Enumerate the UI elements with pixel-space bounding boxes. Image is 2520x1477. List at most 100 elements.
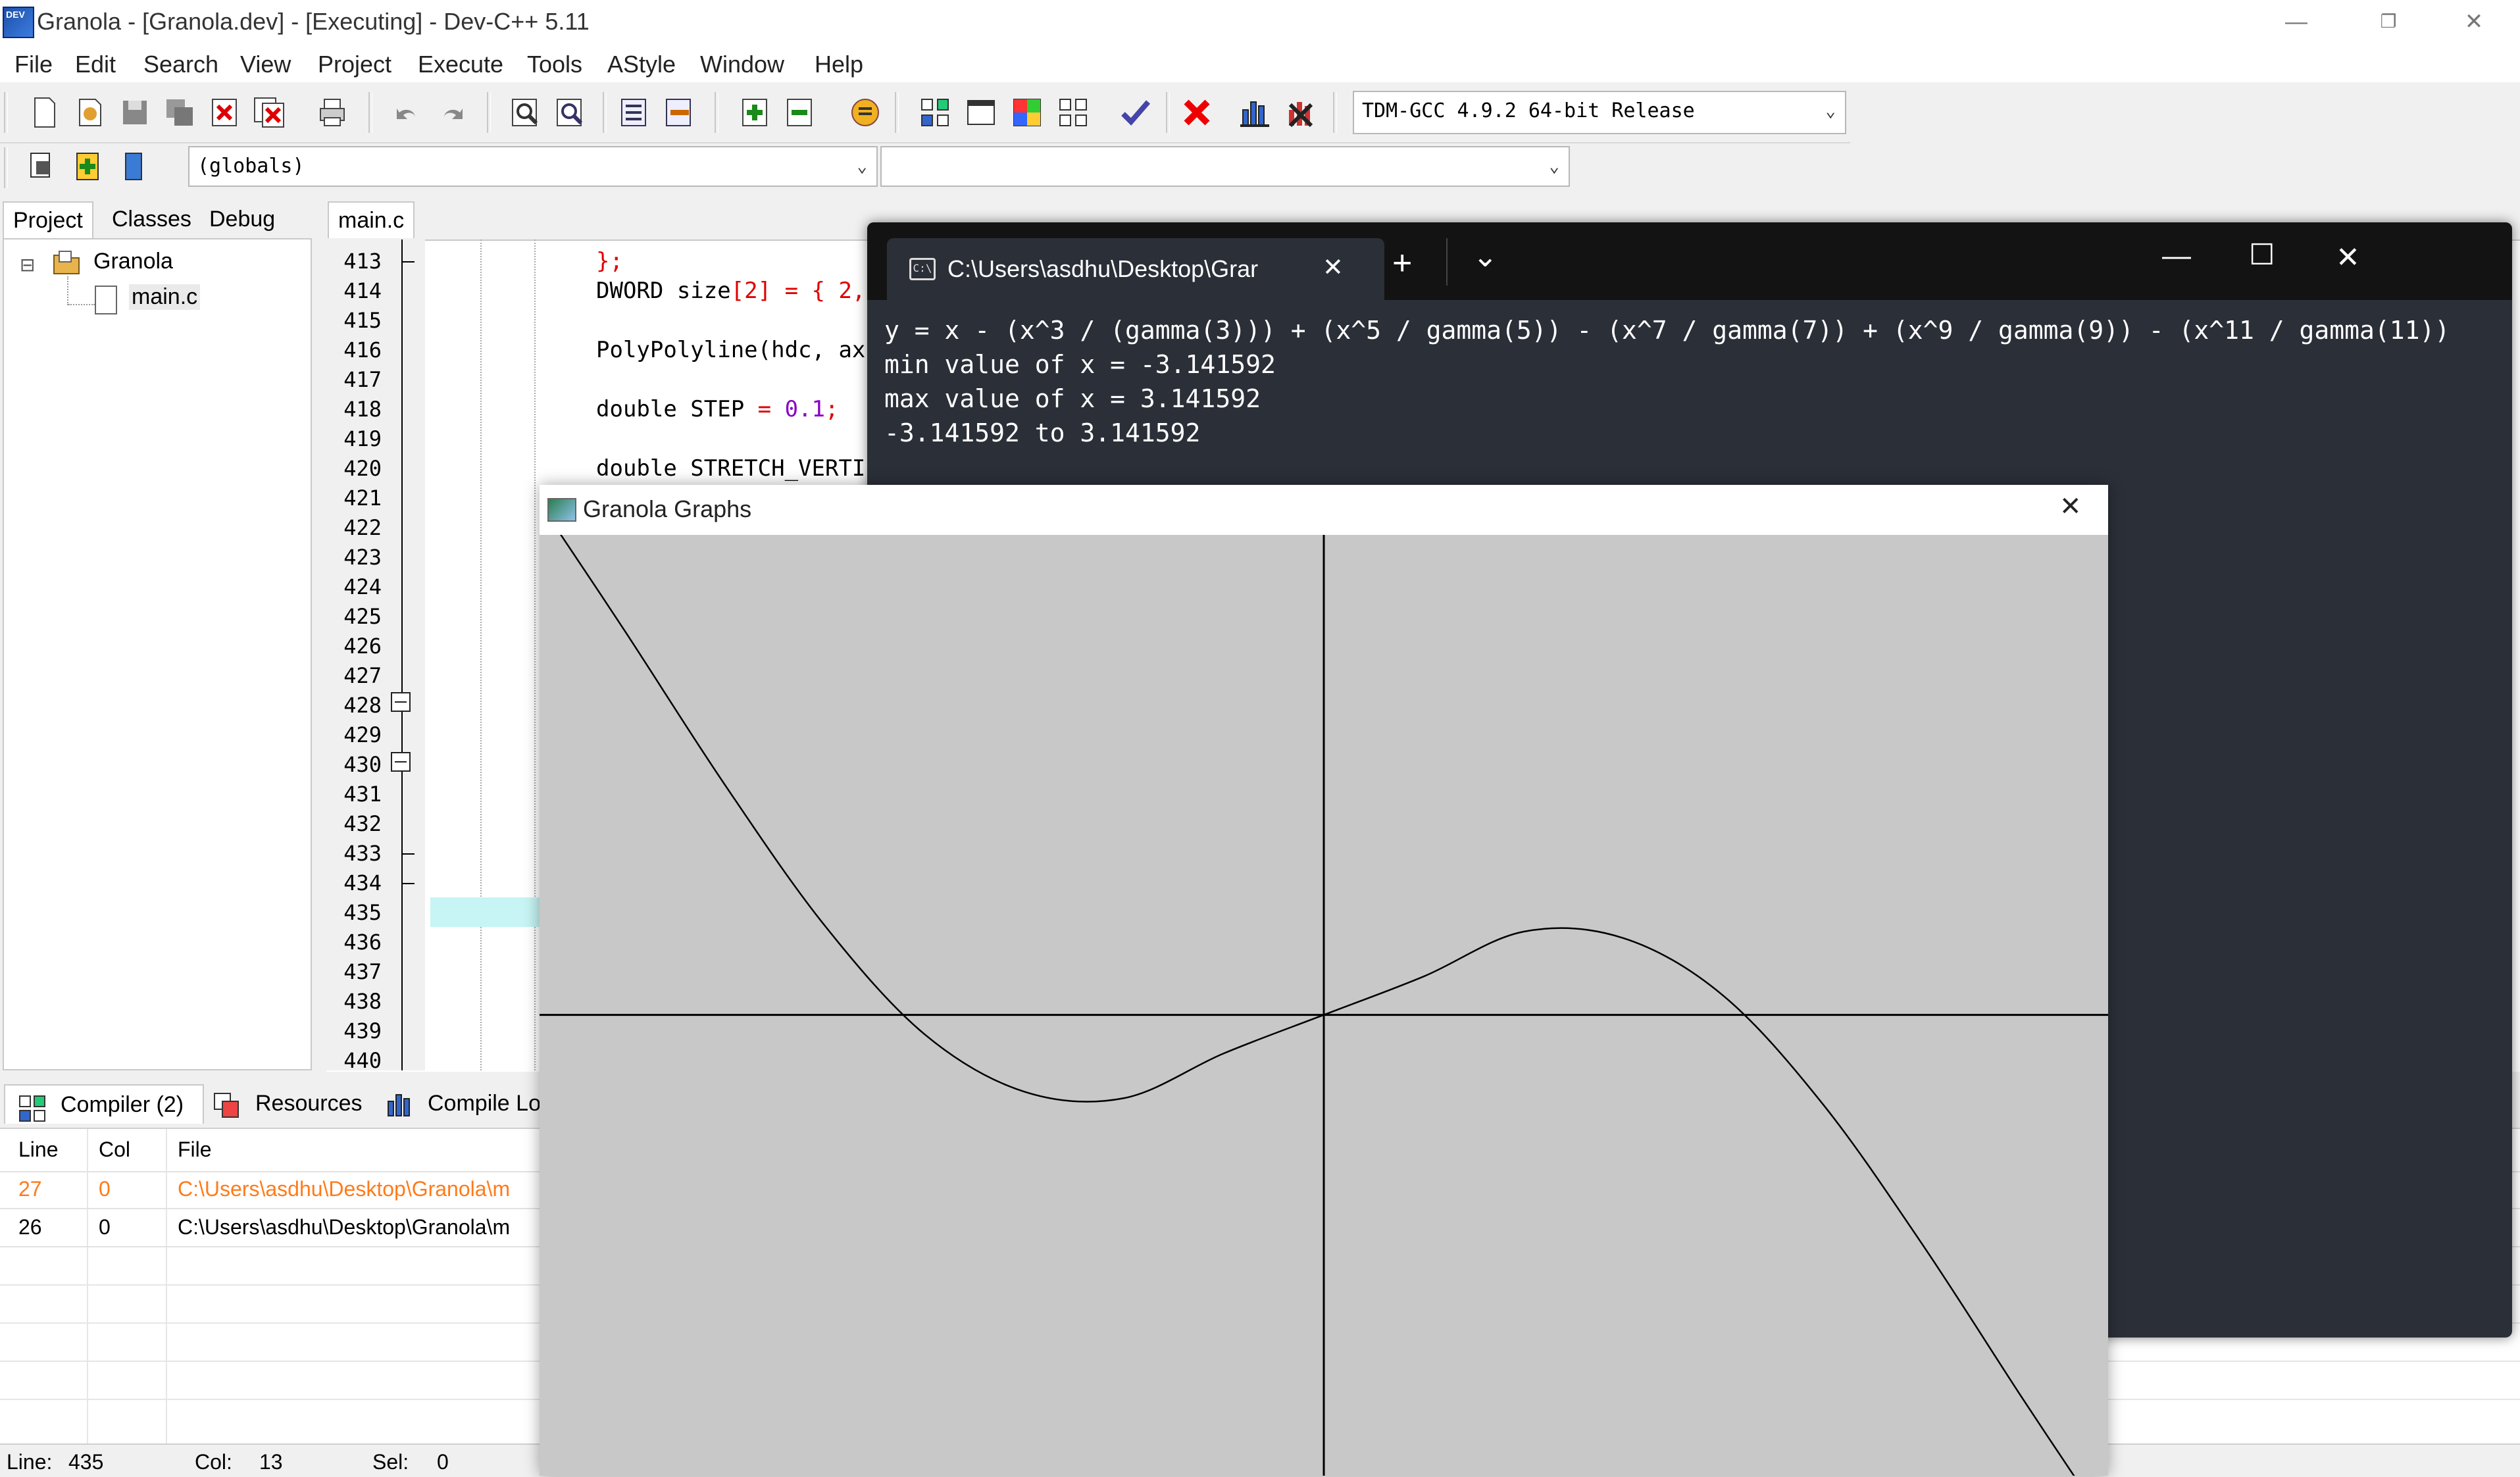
- c-file-icon: [95, 286, 117, 314]
- line-number: 417: [343, 367, 382, 392]
- column-header-line[interactable]: Line: [18, 1132, 59, 1167]
- tab-compiler[interactable]: Compiler (2): [4, 1084, 204, 1124]
- project-options-icon[interactable]: [846, 93, 884, 132]
- tab-close-icon[interactable]: ✕: [1323, 253, 1344, 282]
- save-icon[interactable]: [116, 93, 154, 132]
- project-folder-icon: [51, 247, 82, 276]
- tree-connector: [68, 304, 95, 307]
- toolbar-separator: [1166, 92, 1170, 133]
- menu-search[interactable]: Search: [143, 48, 218, 82]
- menu-view[interactable]: View: [240, 48, 291, 82]
- print-icon[interactable]: [313, 93, 351, 132]
- graph-window-app-icon: [547, 498, 576, 522]
- indent-icon[interactable]: [615, 93, 653, 132]
- goto-definition-icon[interactable]: [68, 147, 107, 186]
- remove-from-project-icon[interactable]: [780, 93, 819, 132]
- scope-select-value: (globals): [197, 155, 305, 178]
- new-file-icon[interactable]: [25, 93, 63, 132]
- line-number: 430: [343, 752, 382, 777]
- toolbar-separator: [895, 92, 899, 133]
- menu-edit[interactable]: Edit: [75, 48, 116, 82]
- close-file-icon[interactable]: [205, 93, 243, 132]
- add-to-project-icon[interactable]: [736, 93, 774, 132]
- code-token: [2]: [730, 278, 772, 304]
- new-tab-button[interactable]: +: [1392, 243, 1412, 283]
- code-line-420: double STRETCH_VERTI: [596, 455, 866, 482]
- compile-log-tab-icon: [384, 1089, 415, 1120]
- project-panel-tabs: Project Classes Debug: [0, 197, 316, 238]
- goto-declaration-icon[interactable]: [22, 147, 61, 186]
- line-number: 416: [343, 338, 382, 363]
- tree-file-label[interactable]: main.c: [129, 284, 201, 310]
- line-number: 440: [343, 1048, 382, 1073]
- terminal-close-button[interactable]: ✕: [2336, 241, 2360, 274]
- rebuild-all-icon[interactable]: [1054, 93, 1092, 132]
- code-token: =: [757, 396, 785, 422]
- line-number: 432: [343, 811, 382, 836]
- fold-minus-icon[interactable]: [391, 752, 411, 772]
- tab-classes[interactable]: Classes: [103, 201, 201, 237]
- fold-minus-icon[interactable]: [391, 692, 411, 712]
- resources-tab-icon: [212, 1089, 242, 1120]
- graph-window-close-button[interactable]: ✕: [2059, 491, 2082, 522]
- tab-dropdown-icon[interactable]: ⌄: [1473, 238, 1498, 274]
- close-button[interactable]: ✕: [2434, 5, 2513, 38]
- find-icon[interactable]: [507, 93, 545, 132]
- menu-astyle[interactable]: AStyle: [607, 48, 676, 82]
- menu-tools[interactable]: Tools: [527, 48, 582, 82]
- tab-main-c[interactable]: main.c: [328, 201, 415, 238]
- tab-debug[interactable]: Debug: [200, 201, 284, 237]
- unindent-icon[interactable]: [659, 93, 697, 132]
- open-file-icon[interactable]: [71, 93, 109, 132]
- undo-icon[interactable]: [388, 93, 426, 132]
- tree-expander-icon[interactable]: ⊟: [20, 254, 35, 276]
- titlebar-divider: [1446, 238, 1448, 286]
- terminal-app-icon: C:\: [909, 258, 936, 280]
- line-number: 436: [343, 930, 382, 955]
- run-icon[interactable]: [962, 93, 1000, 132]
- line-number: 420: [343, 456, 382, 481]
- menu-help[interactable]: Help: [815, 48, 863, 82]
- minimize-button[interactable]: —: [2257, 5, 2336, 38]
- replace-icon[interactable]: [551, 93, 590, 132]
- syntax-check-icon[interactable]: [1116, 93, 1154, 132]
- member-select[interactable]: ⌄: [880, 146, 1570, 187]
- terminal-output-line: -3.141592 to 3.141592: [884, 418, 1201, 447]
- bookmark-icon[interactable]: [114, 147, 153, 186]
- menu-project[interactable]: Project: [318, 48, 391, 82]
- status-col-value: 13: [259, 1450, 283, 1474]
- toolbar-separator: [1333, 92, 1337, 133]
- row-col: 0: [99, 1215, 111, 1239]
- terminal-tab[interactable]: C:\ C:\Users\asdhu\Desktop\Grar ✕: [887, 238, 1384, 300]
- column-header-file[interactable]: File: [178, 1132, 212, 1167]
- tree-project-label[interactable]: Granola: [93, 249, 173, 274]
- line-number: 438: [343, 989, 382, 1014]
- fold-end-marker: [403, 883, 415, 884]
- row-file: C:\Users\asdhu\Desktop\Granola\m: [178, 1177, 511, 1201]
- compile-icon[interactable]: [916, 93, 954, 132]
- stop-execution-icon[interactable]: [1178, 93, 1216, 132]
- scope-select[interactable]: (globals) ⌄: [188, 146, 878, 187]
- close-all-icon[interactable]: [250, 93, 288, 132]
- compile-log-tab-label: Compile Lo: [428, 1091, 541, 1116]
- menu-execute[interactable]: Execute: [418, 48, 503, 82]
- compile-run-icon[interactable]: [1008, 93, 1046, 132]
- save-all-icon[interactable]: [161, 93, 199, 132]
- resources-tab-label: Resources: [255, 1091, 363, 1116]
- code-token: DWORD size: [596, 278, 731, 304]
- tab-project[interactable]: Project: [3, 201, 93, 238]
- toolbar-separator: [603, 92, 607, 133]
- restore-button[interactable]: ❐: [2349, 5, 2428, 38]
- toolbar-separator: [715, 92, 718, 133]
- terminal-maximize-button[interactable]: ☐: [2249, 238, 2275, 272]
- code-token: ;: [825, 396, 839, 422]
- redo-icon[interactable]: [433, 93, 471, 132]
- delete-profile-icon[interactable]: [1282, 93, 1320, 132]
- menu-file[interactable]: File: [14, 48, 53, 82]
- terminal-minimize-button[interactable]: —: [2162, 239, 2191, 272]
- profile-icon[interactable]: [1236, 93, 1274, 132]
- line-number: 427: [343, 663, 382, 688]
- menu-window[interactable]: Window: [700, 48, 784, 82]
- column-header-col[interactable]: Col: [99, 1132, 130, 1167]
- compiler-select[interactable]: TDM-GCC 4.9.2 64-bit Release ⌄: [1353, 91, 1846, 134]
